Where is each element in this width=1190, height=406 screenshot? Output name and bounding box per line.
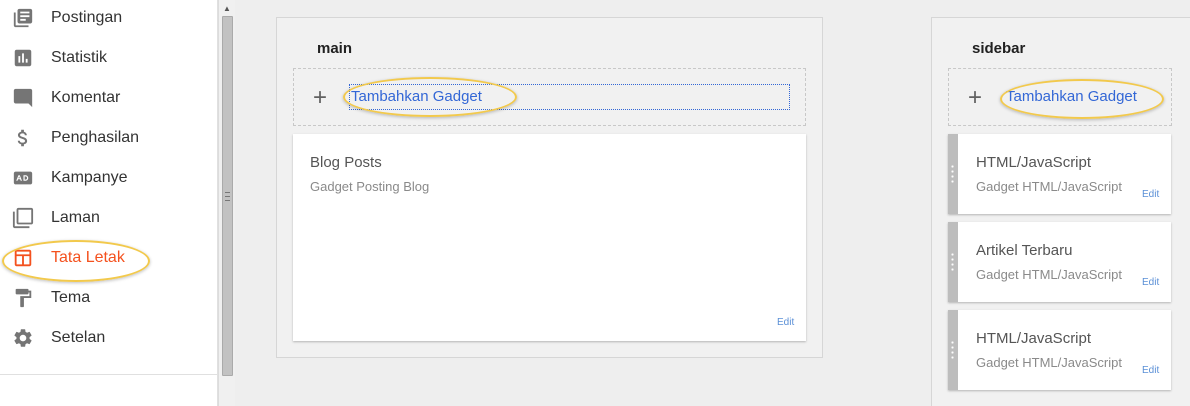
stats-icon	[12, 47, 34, 69]
gadget-title: HTML/JavaScript	[976, 330, 1092, 347]
gadget-subtitle: Gadget HTML/JavaScript	[976, 267, 1122, 282]
nav-label: Penghasilan	[51, 129, 140, 146]
nav-label: Tema	[51, 289, 91, 306]
nav-label: Postingan	[51, 9, 123, 26]
sidebar-section: sidebar + Tambahkan Gadget HTML/JavaScri…	[931, 17, 1190, 406]
plus-icon[interactable]: +	[313, 86, 327, 110]
scroll-thumb[interactable]	[222, 16, 233, 376]
scroll-up-arrow-icon[interactable]: ▲	[219, 0, 235, 16]
add-gadget-box[interactable]: + Tambahkan Gadget	[948, 68, 1172, 126]
grip-dots-icon	[951, 164, 954, 184]
left-navigation: Postingan Statistik Komentar Penghasilan…	[0, 0, 218, 406]
grip-dots-icon	[951, 252, 954, 272]
ad-icon	[12, 167, 34, 189]
drag-handle[interactable]	[948, 222, 958, 302]
nav-item-setelan[interactable]: Setelan	[0, 318, 218, 358]
nav-label: Komentar	[51, 89, 121, 106]
gadget-edit-link[interactable]: Edit	[777, 317, 794, 328]
add-gadget-link[interactable]: Tambahkan Gadget	[351, 88, 482, 106]
nav-item-laman[interactable]: Laman	[0, 198, 218, 238]
nav-item-tema[interactable]: Tema	[0, 278, 218, 318]
gadget-title: HTML/JavaScript	[976, 154, 1092, 171]
nav-item-tata-letak[interactable]: Tata Letak	[0, 238, 218, 278]
gadget-edit-link[interactable]: Edit	[1142, 189, 1159, 200]
drag-handle[interactable]	[948, 310, 958, 390]
dollar-icon	[12, 127, 34, 149]
gadget-edit-link[interactable]: Edit	[1142, 365, 1159, 376]
layout-icon	[12, 247, 34, 269]
gadget-subtitle: Gadget HTML/JavaScript	[976, 355, 1122, 370]
scroll-grip	[225, 192, 230, 201]
comment-icon	[12, 87, 34, 109]
posts-icon	[12, 7, 34, 29]
add-gadget-link[interactable]: Tambahkan Gadget	[1006, 88, 1137, 106]
gadget-blog-posts[interactable]: Blog Posts Gadget Posting Blog Edit	[293, 134, 806, 341]
section-title: sidebar	[972, 40, 1026, 57]
nav-label: Setelan	[51, 329, 106, 346]
gadget-subtitle: Gadget Posting Blog	[310, 179, 430, 194]
gadget-subtitle: Gadget HTML/JavaScript	[976, 179, 1122, 194]
gadget-edit-link[interactable]: Edit	[1142, 277, 1159, 288]
drag-handle[interactable]	[948, 134, 958, 214]
plus-icon[interactable]: +	[968, 86, 982, 110]
nav-label: Tata Letak	[51, 249, 125, 266]
layout-editor: main + Tambahkan Gadget Blog Posts Gadge…	[236, 0, 1190, 406]
nav-item-komentar[interactable]: Komentar	[0, 78, 218, 118]
paint-roller-icon	[12, 287, 34, 309]
grip-dots-icon	[951, 340, 954, 360]
nav-item-kampanye[interactable]: Kampanye	[0, 158, 218, 198]
gear-icon	[12, 327, 34, 349]
nav-item-postingan[interactable]: Postingan	[0, 0, 218, 38]
nav-label: Statistik	[51, 49, 108, 66]
gadget-html-javascript[interactable]: HTML/JavaScript Gadget HTML/JavaScript E…	[948, 310, 1171, 390]
gadget-title: Blog Posts	[310, 154, 382, 171]
add-gadget-box[interactable]: + Tambahkan Gadget	[293, 68, 806, 126]
nav-scrollbar[interactable]: ▲	[218, 0, 235, 406]
nav-item-penghasilan[interactable]: Penghasilan	[0, 118, 218, 158]
section-title: main	[317, 40, 353, 57]
nav-label: Laman	[51, 209, 100, 226]
main-section: main + Tambahkan Gadget Blog Posts Gadge…	[276, 17, 823, 358]
nav-divider	[0, 374, 218, 375]
gadget-html-javascript[interactable]: HTML/JavaScript Gadget HTML/JavaScript E…	[948, 134, 1171, 214]
pages-icon	[12, 207, 34, 229]
nav-item-statistik[interactable]: Statistik	[0, 38, 218, 78]
gadget-title: Artikel Terbaru	[976, 242, 1073, 259]
gadget-artikel-terbaru[interactable]: Artikel Terbaru Gadget HTML/JavaScript E…	[948, 222, 1171, 302]
nav-label: Kampanye	[51, 169, 128, 186]
